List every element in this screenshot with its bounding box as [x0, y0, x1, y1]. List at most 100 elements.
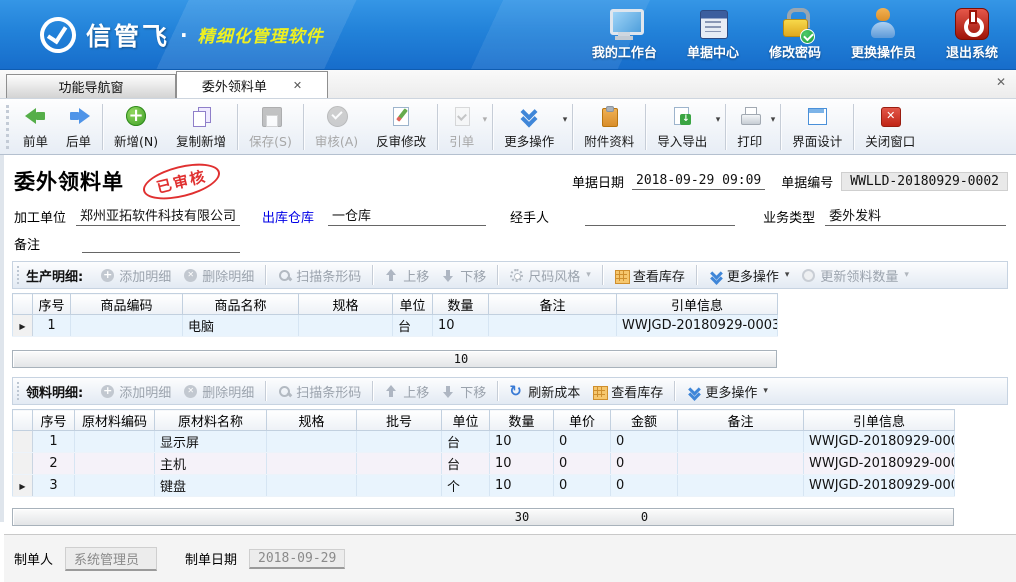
cell-price[interactable]: 0	[554, 475, 611, 497]
material-scan-button[interactable]: 扫描条形码	[272, 380, 366, 403]
doc-date-field[interactable]: 2018-09-29 09:09	[632, 173, 765, 190]
column-header[interactable]: 金额	[611, 410, 678, 431]
cell-material-name[interactable]: 键盘	[155, 475, 267, 497]
cell-material-name[interactable]: 显示屏	[155, 431, 267, 453]
column-header[interactable]: 商品名称	[183, 294, 299, 315]
tab-outsource-picking[interactable]: 委外领料单	[176, 71, 328, 98]
cell-material-code[interactable]	[75, 453, 155, 475]
production-update-qty-button[interactable]: 更新领料数量	[796, 264, 914, 287]
cell-qty[interactable]: 10	[433, 315, 489, 337]
attachments-button[interactable]: 附件资料	[575, 102, 643, 152]
production-moveup-button[interactable]: 上移	[379, 264, 434, 287]
production-size-style-button[interactable]: 尺码风格	[504, 264, 596, 287]
cell-ref-doc[interactable]: WWJGD-20180929-0003	[617, 315, 778, 337]
cell-amount[interactable]: 0	[611, 453, 678, 475]
processing-unit-field[interactable]: 郑州亚拓软件科技有限公司	[76, 205, 240, 226]
column-header[interactable]: 引单信息	[804, 410, 955, 431]
cell-ref-doc[interactable]: WWJGD-20180929-0003	[804, 453, 955, 475]
cell-seq[interactable]: 1	[33, 315, 71, 337]
cell-remark[interactable]	[678, 453, 804, 475]
cell-material-name[interactable]: 主机	[155, 453, 267, 475]
cell-remark[interactable]	[678, 475, 804, 497]
tabstrip-close-icon[interactable]	[996, 75, 1006, 89]
cell-ref-doc[interactable]: WWJGD-20180929-0003	[804, 431, 955, 453]
biztype-field[interactable]: 委外发料	[825, 205, 1006, 226]
material-view-stock-button[interactable]: 查看库存	[587, 380, 668, 403]
production-movedown-button[interactable]: 下移	[436, 264, 491, 287]
column-header[interactable]: 原材料名称	[155, 410, 267, 431]
cell-seq[interactable]: 1	[33, 431, 75, 453]
save-button[interactable]: 保存(S)	[240, 102, 301, 152]
material-delete-button[interactable]: 删除明细	[178, 380, 259, 403]
menu-change-password[interactable]: 修改密码	[769, 8, 821, 61]
column-header[interactable]: 数量	[490, 410, 554, 431]
cell-amount[interactable]: 0	[611, 431, 678, 453]
material-add-button[interactable]: 添加明细	[95, 380, 176, 403]
close-window-button[interactable]: 关闭窗口	[856, 102, 924, 152]
row-selector-cell[interactable]	[13, 475, 33, 497]
handler-field[interactable]	[585, 209, 735, 226]
cell-unit[interactable]: 个	[442, 475, 490, 497]
outbound-warehouse-link[interactable]: 出库仓库	[262, 207, 314, 226]
production-more-button[interactable]: 更多操作	[703, 264, 795, 287]
column-header[interactable]: 序号	[33, 294, 71, 315]
print-button[interactable]: 打印	[728, 102, 778, 152]
cell-unit[interactable]: 台	[393, 315, 433, 337]
cell-remark[interactable]	[489, 315, 617, 337]
production-scan-button[interactable]: 扫描条形码	[272, 264, 366, 287]
warehouse-field[interactable]: 一仓库	[328, 205, 486, 226]
cell-material-code[interactable]	[75, 475, 155, 497]
column-header[interactable]: 单价	[554, 410, 611, 431]
row-selector-cell[interactable]	[13, 315, 33, 337]
column-header[interactable]: 备注	[489, 294, 617, 315]
table-row[interactable]: 2 主机 台 10 0 0 WWJGD-20180929-0003	[13, 453, 955, 475]
column-header[interactable]: 规格	[299, 294, 393, 315]
audit-button[interactable]: 审核(A)	[306, 102, 367, 152]
cell-seq[interactable]: 3	[33, 475, 75, 497]
tab-function-navigator[interactable]: 功能导航窗	[6, 74, 176, 98]
table-row[interactable]: 3 键盘 个 10 0 0 WWJGD-20180929-0003	[13, 475, 955, 497]
cell-seq[interactable]: 2	[33, 453, 75, 475]
menu-exit-system[interactable]: 退出系统	[946, 8, 998, 61]
row-selector-cell[interactable]	[13, 453, 33, 475]
column-header[interactable]: 原材料编码	[75, 410, 155, 431]
column-header[interactable]: 引单信息	[617, 294, 778, 315]
unaudit-button[interactable]: 反审修改	[367, 102, 435, 152]
column-header[interactable]: 备注	[678, 410, 804, 431]
material-more-button[interactable]: 更多操作	[681, 380, 773, 403]
row-selector-cell[interactable]	[13, 431, 33, 453]
cell-qty[interactable]: 10	[490, 453, 554, 475]
cell-product-name[interactable]: 电脑	[183, 315, 299, 337]
cell-batch[interactable]	[357, 431, 442, 453]
column-header[interactable]: 单位	[393, 294, 433, 315]
new-button[interactable]: 新增(N)	[105, 102, 167, 152]
cell-spec[interactable]	[267, 475, 357, 497]
ui-design-button[interactable]: 界面设计	[783, 102, 851, 152]
cell-spec[interactable]	[267, 453, 357, 475]
production-add-button[interactable]: 添加明细	[95, 264, 176, 287]
tab-close-icon[interactable]	[293, 79, 302, 92]
menu-switch-operator[interactable]: 更换操作员	[851, 8, 916, 61]
material-moveup-button[interactable]: 上移	[379, 380, 434, 403]
column-header[interactable]: 商品编码	[71, 294, 183, 315]
cell-price[interactable]: 0	[554, 453, 611, 475]
production-delete-button[interactable]: 删除明细	[178, 264, 259, 287]
menu-document-center[interactable]: 单据中心	[687, 8, 739, 61]
menu-my-workstation[interactable]: 我的工作台	[592, 8, 657, 61]
production-view-stock-button[interactable]: 查看库存	[609, 264, 690, 287]
column-header[interactable]: 批号	[357, 410, 442, 431]
column-header[interactable]: 序号	[33, 410, 75, 431]
column-header[interactable]: 单位	[442, 410, 490, 431]
cell-ref-doc[interactable]: WWJGD-20180929-0003	[804, 475, 955, 497]
cell-spec[interactable]	[267, 431, 357, 453]
cell-price[interactable]: 0	[554, 431, 611, 453]
copy-new-button[interactable]: 复制新增	[167, 102, 235, 152]
material-refresh-cost-button[interactable]: 刷新成本	[504, 380, 585, 403]
pull-doc-button[interactable]: 引单	[440, 102, 490, 152]
cell-remark[interactable]	[678, 431, 804, 453]
cell-qty[interactable]: 10	[490, 475, 554, 497]
column-header[interactable]: 规格	[267, 410, 357, 431]
cell-material-code[interactable]	[75, 431, 155, 453]
cell-batch[interactable]	[357, 475, 442, 497]
remark-field[interactable]	[82, 236, 240, 253]
